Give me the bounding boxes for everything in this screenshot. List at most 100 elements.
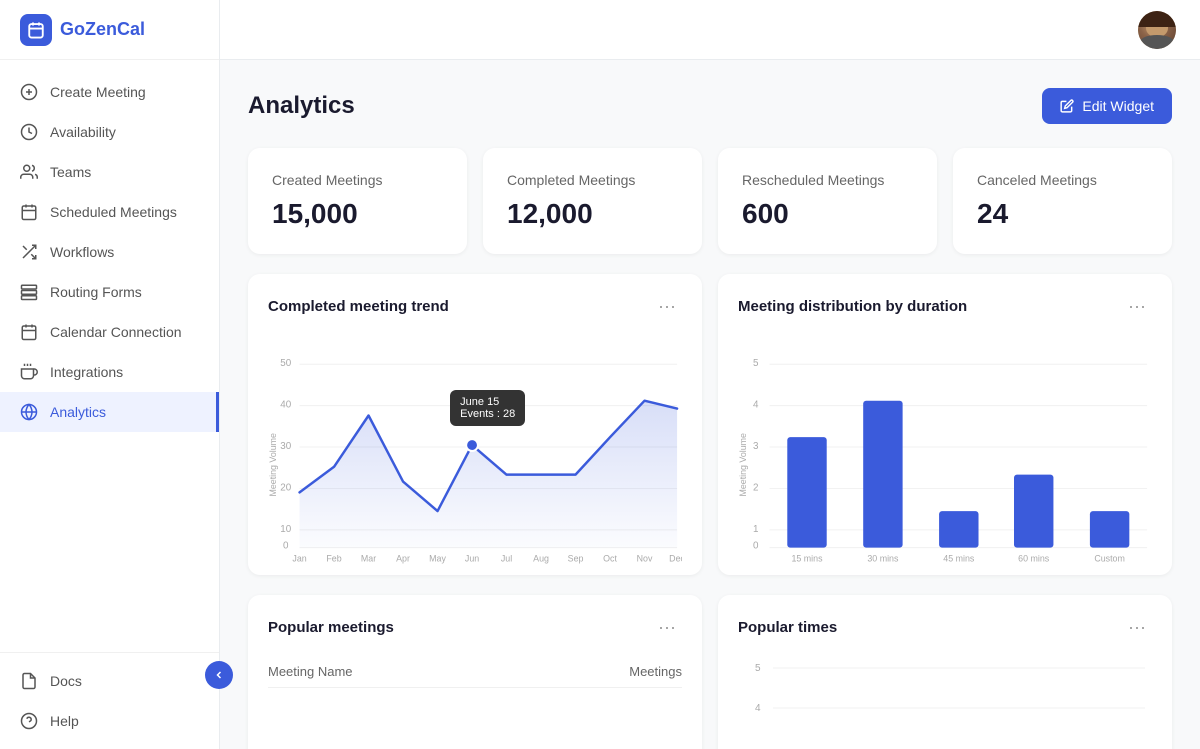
stat-card-completed-meetings: Completed Meetings 12,000 bbox=[483, 148, 702, 254]
sidebar-item-analytics[interactable]: Analytics bbox=[0, 392, 219, 432]
svg-text:10: 10 bbox=[280, 524, 291, 535]
nav-label-create-meeting: Create Meeting bbox=[50, 84, 146, 100]
completed-trend-card: Completed meeting trend ··· June 15 Even… bbox=[248, 274, 702, 575]
svg-text:4: 4 bbox=[753, 400, 759, 411]
main-content: Analytics Edit Widget Created Meetings 1… bbox=[220, 0, 1200, 749]
stats-row: Created Meetings 15,000 Completed Meetin… bbox=[248, 148, 1172, 254]
nav-label-routing-forms: Routing Forms bbox=[50, 284, 142, 300]
chart-active-point bbox=[466, 439, 478, 451]
svg-text:Meeting Volume: Meeting Volume bbox=[738, 433, 748, 497]
page-title: Analytics bbox=[248, 92, 355, 120]
stat-value-3: 24 bbox=[977, 198, 1148, 230]
stat-label-0: Created Meetings bbox=[272, 172, 443, 188]
duration-chart-more-button[interactable]: ··· bbox=[1122, 294, 1152, 319]
sidebar-navigation: Create Meeting Availability Teams Schedu… bbox=[0, 60, 219, 652]
nav-label-workflows: Workflows bbox=[50, 244, 114, 260]
sidebar-item-docs[interactable]: Docs bbox=[0, 661, 219, 701]
logo-text: GoZenCal bbox=[60, 19, 145, 40]
popular-meetings-more-button[interactable]: ··· bbox=[652, 615, 682, 640]
nav-label-calendar-connection: Calendar Connection bbox=[50, 324, 182, 340]
popular-times-title: Popular times bbox=[738, 619, 837, 636]
tooltip-date: June 15 bbox=[460, 396, 515, 408]
popular-meetings-col-name: Meeting Name bbox=[268, 664, 353, 679]
bar-15mins bbox=[787, 437, 826, 547]
nav-label-help: Help bbox=[50, 713, 79, 729]
edit-widget-label: Edit Widget bbox=[1082, 98, 1154, 114]
tooltip-events: Events : 28 bbox=[460, 408, 515, 420]
popular-meetings-title: Popular meetings bbox=[268, 619, 394, 636]
collapse-sidebar-button[interactable] bbox=[205, 661, 233, 689]
avatar-image bbox=[1138, 11, 1176, 49]
sidebar: GoZenCal Create Meeting Availability Tea… bbox=[0, 0, 220, 749]
svg-text:30: 30 bbox=[280, 441, 291, 452]
nav-label-teams: Teams bbox=[50, 164, 91, 180]
nav-label-availability: Availability bbox=[50, 124, 116, 140]
stat-value-2: 600 bbox=[742, 198, 913, 230]
svg-text:2: 2 bbox=[753, 482, 758, 493]
svg-text:Dec: Dec bbox=[669, 553, 682, 563]
popular-times-svg: 5 4 bbox=[738, 656, 1152, 736]
svg-text:5: 5 bbox=[753, 358, 759, 369]
svg-text:45 mins: 45 mins bbox=[943, 553, 975, 563]
completed-trend-header: Completed meeting trend ··· bbox=[268, 294, 682, 319]
popular-row: Popular meetings ··· Meeting Name Meetin… bbox=[248, 595, 1172, 749]
sidebar-item-integrations[interactable]: Integrations bbox=[0, 352, 219, 392]
svg-text:0: 0 bbox=[283, 541, 289, 552]
stat-value-0: 15,000 bbox=[272, 198, 443, 230]
popular-meetings-table-header: Meeting Name Meetings bbox=[268, 656, 682, 688]
completed-trend-title: Completed meeting trend bbox=[268, 298, 449, 315]
line-chart-svg: 50 40 30 20 10 0 Meeting Volume bbox=[268, 335, 682, 565]
stat-card-rescheduled-meetings: Rescheduled Meetings 600 bbox=[718, 148, 937, 254]
stat-card-created-meetings: Created Meetings 15,000 bbox=[248, 148, 467, 254]
completed-trend-more-button[interactable]: ··· bbox=[652, 294, 682, 319]
sidebar-item-create-meeting[interactable]: Create Meeting bbox=[0, 72, 219, 112]
svg-text:15 mins: 15 mins bbox=[791, 553, 823, 563]
sidebar-item-scheduled-meetings[interactable]: Scheduled Meetings bbox=[0, 192, 219, 232]
duration-chart-card: Meeting distribution by duration ··· 5 4… bbox=[718, 274, 1172, 575]
svg-text:Nov: Nov bbox=[637, 553, 653, 563]
chart-tooltip: June 15 Events : 28 bbox=[450, 390, 525, 426]
sidebar-item-workflows[interactable]: Workflows bbox=[0, 232, 219, 272]
edit-widget-button[interactable]: Edit Widget bbox=[1042, 88, 1172, 124]
svg-text:20: 20 bbox=[280, 482, 291, 493]
popular-times-more-button[interactable]: ··· bbox=[1122, 615, 1152, 640]
bar-45mins bbox=[939, 511, 978, 547]
nav-label-integrations: Integrations bbox=[50, 364, 123, 380]
stat-label-3: Canceled Meetings bbox=[977, 172, 1148, 188]
svg-text:3: 3 bbox=[753, 441, 759, 452]
svg-text:Mar: Mar bbox=[361, 553, 376, 563]
popular-times-chart: 5 4 bbox=[738, 656, 1152, 741]
svg-text:50: 50 bbox=[280, 358, 291, 369]
sidebar-item-teams[interactable]: Teams bbox=[0, 152, 219, 192]
svg-text:May: May bbox=[429, 553, 446, 563]
stat-label-2: Rescheduled Meetings bbox=[742, 172, 913, 188]
svg-text:Custom: Custom bbox=[1094, 553, 1125, 563]
logo-icon bbox=[20, 14, 52, 46]
svg-text:Meeting Volume: Meeting Volume bbox=[268, 433, 278, 497]
svg-text:5: 5 bbox=[755, 663, 761, 674]
sidebar-bottom: Docs Help bbox=[0, 652, 219, 749]
charts-row: Completed meeting trend ··· June 15 Even… bbox=[248, 274, 1172, 575]
sidebar-item-help[interactable]: Help bbox=[0, 701, 219, 741]
duration-chart: 5 4 3 2 1 0 Meeting Volume bbox=[738, 335, 1152, 555]
sidebar-item-calendar-connection[interactable]: Calendar Connection bbox=[0, 312, 219, 352]
avatar[interactable] bbox=[1138, 11, 1176, 49]
sidebar-item-routing-forms[interactable]: Routing Forms bbox=[0, 272, 219, 312]
svg-text:Oct: Oct bbox=[603, 553, 617, 563]
sidebar-item-availability[interactable]: Availability bbox=[0, 112, 219, 152]
svg-text:Jul: Jul bbox=[501, 553, 512, 563]
duration-chart-header: Meeting distribution by duration ··· bbox=[738, 294, 1152, 319]
nav-label-scheduled-meetings: Scheduled Meetings bbox=[50, 204, 177, 220]
stat-value-1: 12,000 bbox=[507, 198, 678, 230]
popular-times-card: Popular times ··· 5 4 bbox=[718, 595, 1172, 749]
svg-text:Apr: Apr bbox=[396, 553, 410, 563]
svg-text:1: 1 bbox=[753, 524, 758, 535]
svg-text:4: 4 bbox=[755, 703, 761, 714]
bar-chart-svg: 5 4 3 2 1 0 Meeting Volume bbox=[738, 335, 1152, 565]
bar-30mins bbox=[863, 401, 902, 548]
topbar bbox=[220, 0, 1200, 60]
content-area: Analytics Edit Widget Created Meetings 1… bbox=[220, 60, 1200, 749]
bar-60mins bbox=[1014, 475, 1053, 548]
duration-chart-title: Meeting distribution by duration bbox=[738, 298, 967, 315]
bar-custom bbox=[1090, 511, 1129, 547]
